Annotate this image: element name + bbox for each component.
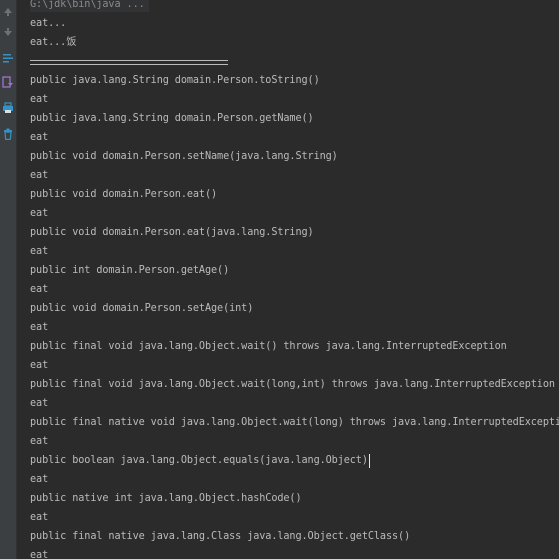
output-line: public void domain.Person.eat(java.lang.… [30, 227, 314, 238]
output-line: eat [30, 550, 49, 559]
output-line: public final void java.lang.Object.wait(… [30, 379, 555, 390]
output-line: public void domain.Person.setAge(int) [30, 303, 254, 314]
console-toolbar [0, 0, 17, 559]
output-line: eat...饭 [30, 37, 77, 48]
soft-wrap-icon[interactable] [0, 50, 16, 66]
arrow-up-icon[interactable] [0, 4, 16, 20]
separator-line [30, 60, 228, 65]
output-line: public final native void java.lang.Objec… [30, 417, 559, 428]
output-line: public boolean java.lang.Object.equals(j… [30, 455, 368, 466]
output-line: eat [30, 170, 49, 181]
command-line: G:\jdk\bin\java ... [30, 0, 149, 12]
output-line: eat [30, 322, 49, 333]
console-output[interactable]: G:\jdk\bin\java ... eat... eat...饭 publi… [30, 0, 559, 559]
output-line: eat [30, 398, 49, 409]
output-line: eat [30, 284, 49, 295]
output-line: public final void java.lang.Object.wait(… [30, 341, 507, 352]
text-caret [368, 454, 370, 468]
output-line: eat... [30, 18, 67, 29]
output-line-with-caret: public boolean java.lang.Object.equals(j… [30, 454, 370, 468]
clear-all-icon[interactable] [0, 126, 16, 142]
output-line: public void domain.Person.setName(java.l… [30, 151, 338, 162]
output-line: eat [30, 208, 49, 219]
output-line: public java.lang.String domain.Person.to… [30, 75, 320, 86]
arrow-down-icon[interactable] [0, 24, 16, 40]
output-line: public void domain.Person.eat() [30, 189, 218, 200]
output-line: eat [30, 436, 49, 447]
scroll-to-end-icon[interactable] [0, 74, 16, 90]
output-line: eat [30, 512, 49, 523]
run-console-window: G:\jdk\bin\java ... eat... eat...饭 publi… [0, 0, 559, 559]
output-line: public int domain.Person.getAge() [30, 265, 230, 276]
print-icon[interactable] [0, 100, 16, 116]
output-line: eat [30, 246, 49, 257]
output-line: eat [30, 94, 49, 105]
output-line: eat [30, 474, 49, 485]
output-line: public final native java.lang.Class java… [30, 531, 411, 542]
output-line: public native int java.lang.Object.hashC… [30, 493, 302, 504]
output-line: public java.lang.String domain.Person.ge… [30, 113, 314, 124]
output-line: eat [30, 132, 49, 143]
output-line: eat [30, 360, 49, 371]
